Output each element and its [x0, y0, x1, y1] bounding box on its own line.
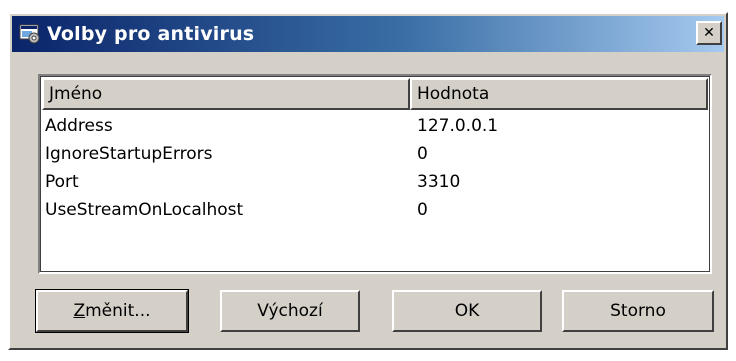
close-icon: ✕ [703, 25, 715, 41]
cancel-button-label: Storno [610, 301, 666, 321]
option-value: 0 [417, 200, 428, 220]
column-header-value-label: Hodnota [417, 84, 490, 104]
column-header-name[interactable]: Jméno [42, 78, 410, 110]
column-header-name-label: Jméno [49, 84, 103, 104]
title-bar[interactable]: Volby pro antivirus ✕ [12, 16, 724, 52]
ok-button[interactable]: OK [392, 290, 542, 332]
option-value: 3310 [417, 172, 461, 192]
option-value: 0 [417, 144, 428, 164]
defaults-button-label: Výchozí [257, 301, 323, 321]
option-name: IgnoreStartupErrors [45, 144, 213, 164]
options-list[interactable]: Jméno Hodnota Address 127.0.0.1 IgnoreSt… [38, 74, 712, 274]
antivirus-options-dialog: Volby pro antivirus ✕ Jméno Hodnota Addr… [8, 12, 728, 350]
column-header-value[interactable]: Hodnota [410, 78, 708, 110]
close-button[interactable]: ✕ [696, 21, 722, 45]
change-button[interactable]: Změnit... [35, 289, 189, 333]
list-row[interactable]: IgnoreStartupErrors 0 [43, 140, 707, 168]
window-title: Volby pro antivirus [47, 23, 255, 45]
cancel-button[interactable]: Storno [562, 290, 714, 332]
settings-window-icon [19, 23, 41, 45]
list-row[interactable]: UseStreamOnLocalhost 0 [43, 196, 707, 224]
list-row[interactable]: Address 127.0.0.1 [43, 112, 707, 140]
list-row[interactable]: Port 3310 [43, 168, 707, 196]
list-header: Jméno Hodnota [42, 78, 708, 110]
change-button-label: Změnit... [73, 301, 151, 321]
option-value: 127.0.0.1 [417, 116, 499, 136]
ok-button-label: OK [454, 301, 480, 321]
option-name: UseStreamOnLocalhost [45, 200, 244, 220]
defaults-button[interactable]: Výchozí [220, 290, 360, 332]
option-name: Address [45, 116, 113, 136]
list-rows: Address 127.0.0.1 IgnoreStartupErrors 0 … [43, 112, 707, 224]
option-name: Port [45, 172, 79, 192]
